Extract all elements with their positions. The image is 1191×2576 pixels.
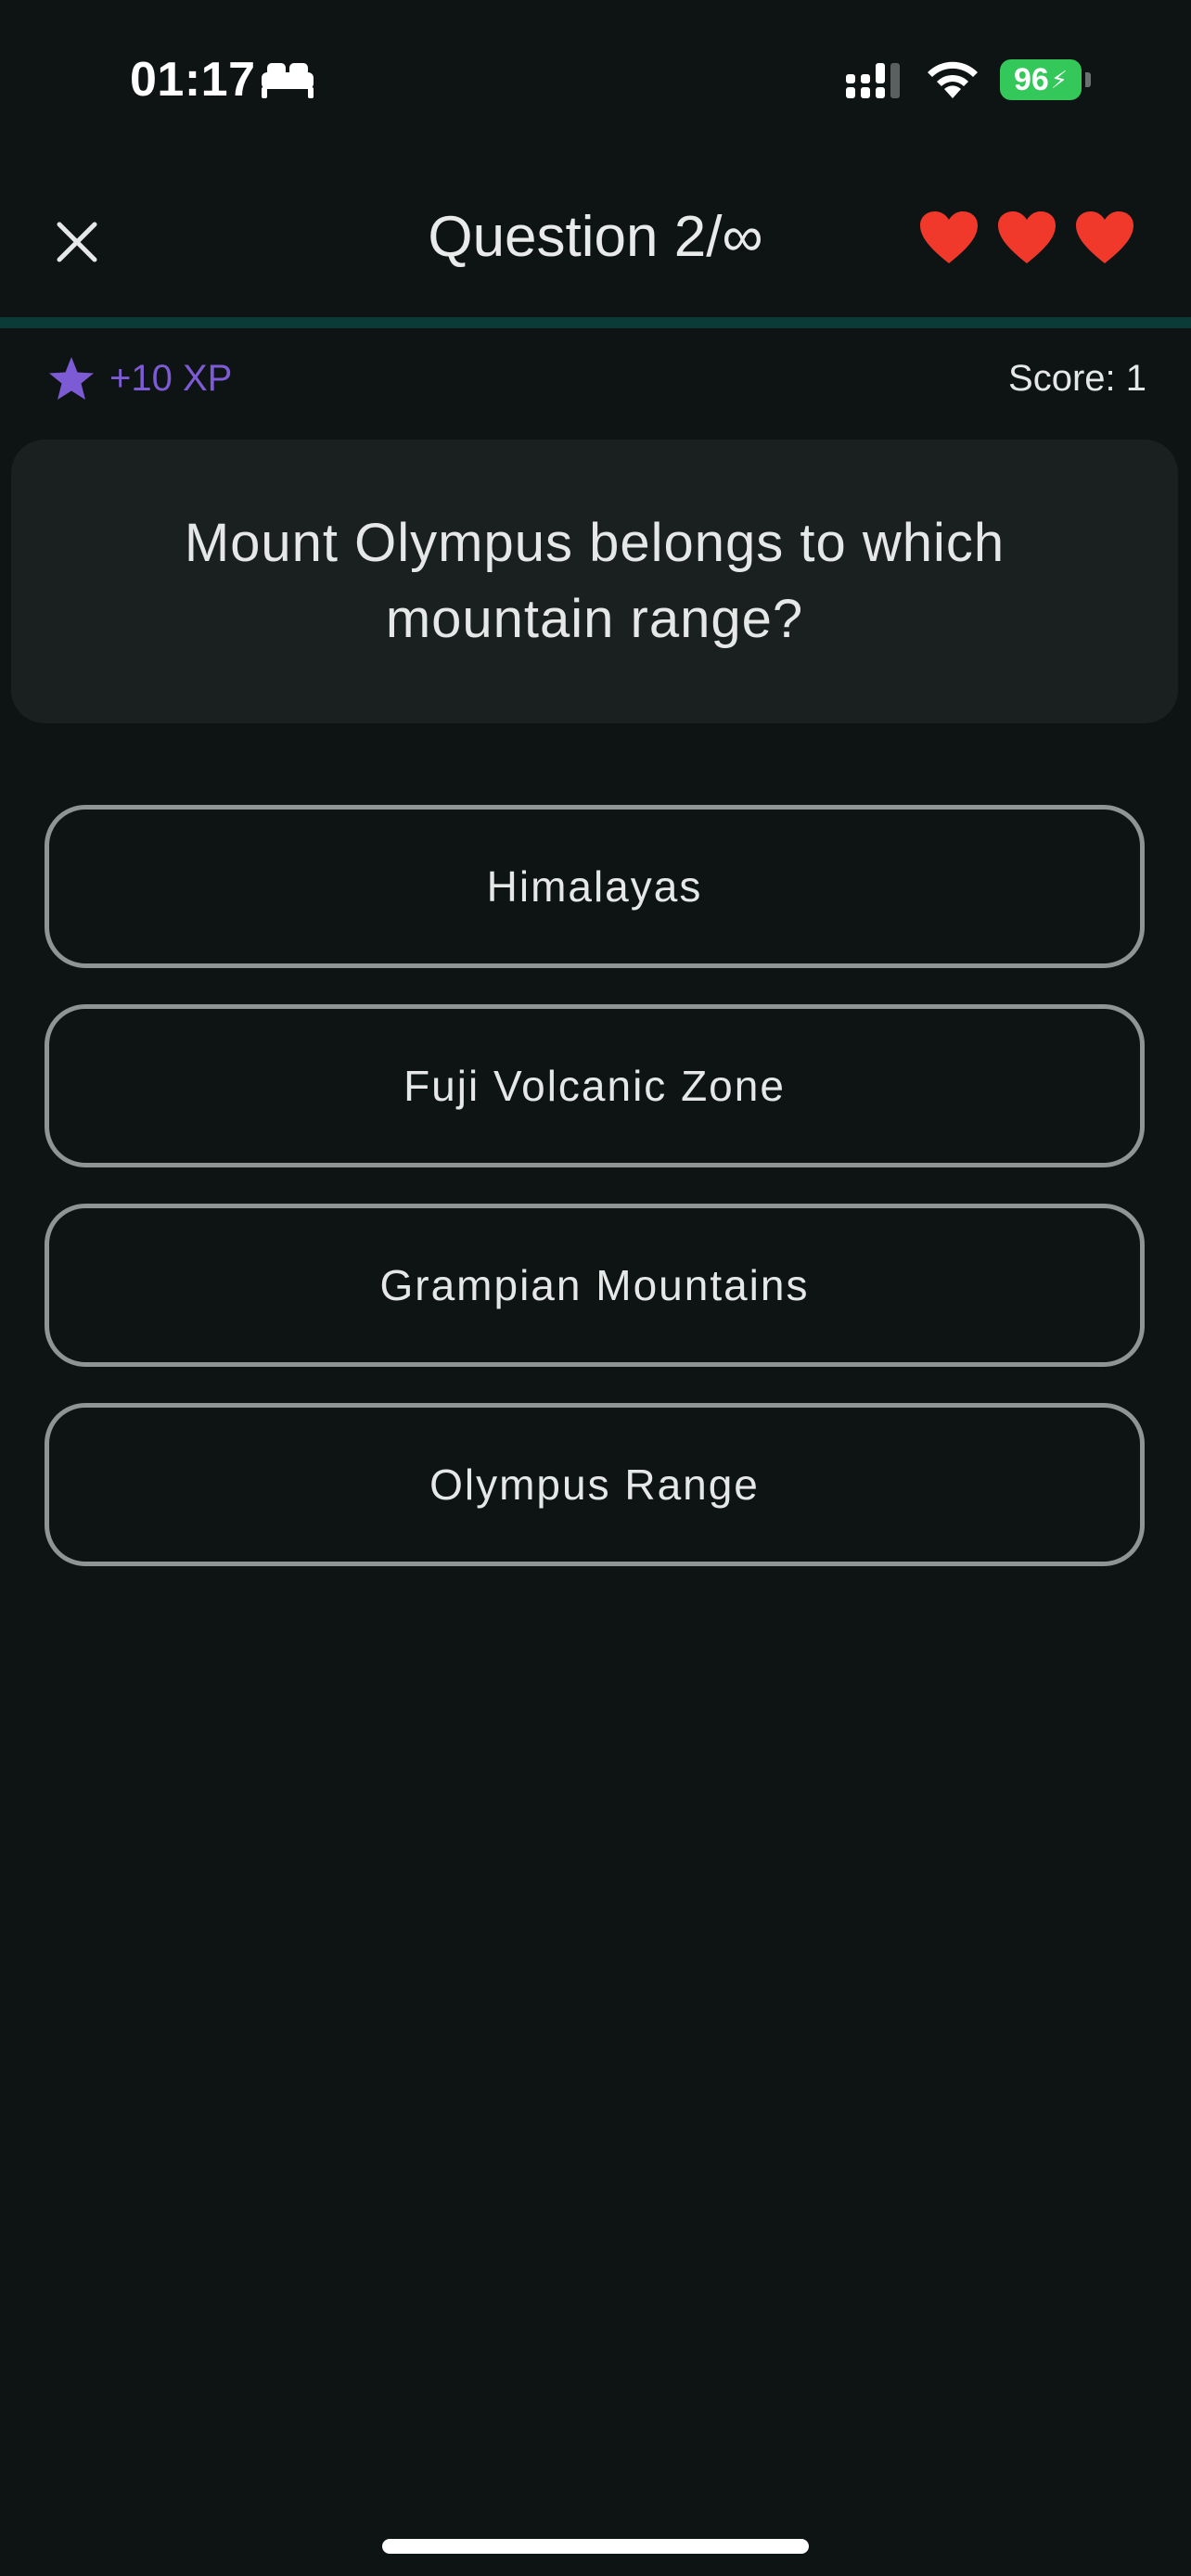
heart-icon [920, 211, 978, 263]
answer-option-button[interactable]: Olympus Range [45, 1403, 1145, 1566]
question-card: Mount Olympus belongs to which mountain … [11, 440, 1178, 723]
battery-percent: 96 [1013, 61, 1049, 97]
quiz-progress-bar [0, 317, 1191, 328]
bed-icon [262, 63, 314, 98]
answer-option-button[interactable]: Fuji Volcanic Zone [45, 1004, 1145, 1167]
answer-option-button[interactable]: Grampian Mountains [45, 1204, 1145, 1367]
star-icon [49, 357, 94, 400]
answer-option-button[interactable]: Himalayas [45, 805, 1145, 968]
heart-icon [1076, 211, 1133, 263]
quiz-header: Question 2/∞ [0, 176, 1191, 315]
question-text: Mount Olympus belongs to which mountain … [184, 513, 1005, 649]
lives-indicator [918, 210, 1135, 265]
score-label: Score: 1 [1008, 358, 1146, 399]
charging-bolt-icon: ⚡ [1050, 65, 1069, 94]
answer-list: Himalayas Fuji Volcanic Zone Grampian Mo… [45, 805, 1145, 1602]
battery-charging-icon: 96 ⚡ [1000, 59, 1082, 100]
wifi-icon [928, 61, 978, 98]
xp-reward-label: +10 XP [109, 358, 233, 399]
home-indicator[interactable] [382, 2539, 809, 2554]
heart-icon [998, 211, 1056, 263]
xp-score-row: +10 XP Score: 1 [0, 345, 1191, 414]
battery-cap [1085, 72, 1091, 87]
status-bar: 01:17 96 ⚡ [0, 0, 1191, 158]
cellular-signal-icon [846, 63, 900, 98]
status-time: 01:17 [130, 53, 256, 107]
